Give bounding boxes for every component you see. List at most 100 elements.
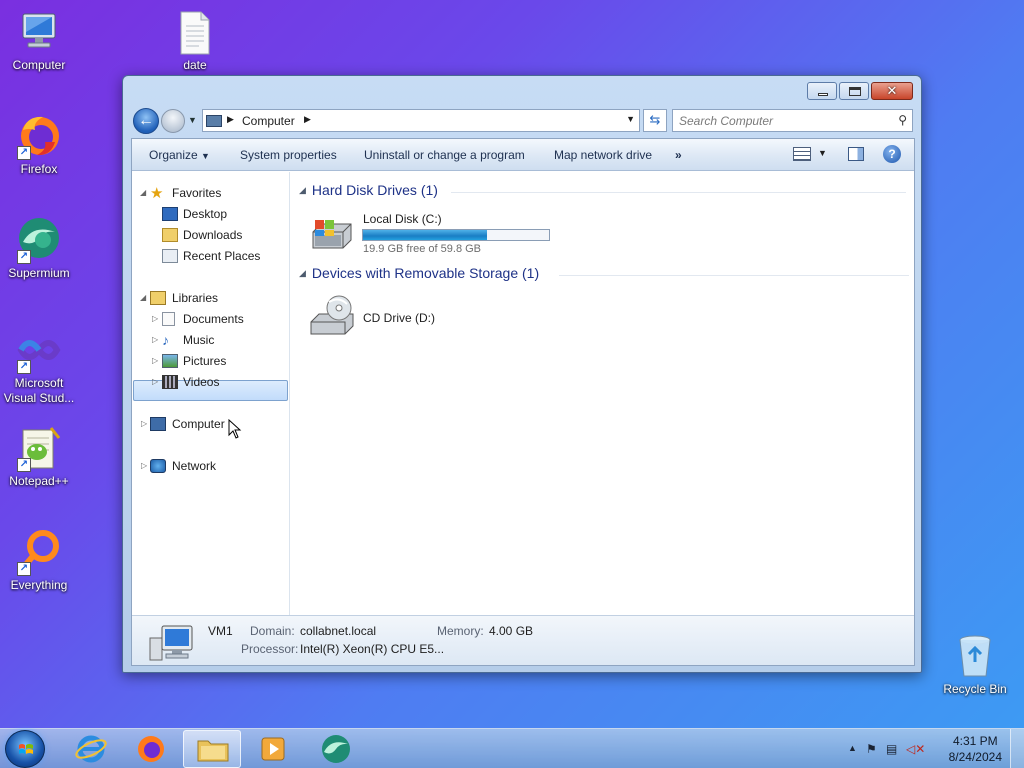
desktop-icon-date[interactable]: date — [156, 8, 234, 73]
start-button[interactable] — [5, 730, 45, 768]
computer-icon — [206, 115, 222, 127]
help-icon[interactable]: ? — [883, 145, 901, 163]
chevron-right-icon[interactable]: ▶ — [304, 114, 311, 125]
clock-time: 4:31 PM — [952, 734, 998, 748]
computer-icon — [15, 8, 63, 56]
group-divider — [451, 192, 906, 193]
view-options-dropdown[interactable]: ▼ — [818, 148, 827, 158]
collapsed-triangle-icon[interactable]: ▷ — [152, 351, 158, 371]
explorer-window: ✕ ← ▼ ▶ Computer ▶ ▼ ⇆ ⚲ Organize ▼ Syst… — [122, 75, 922, 673]
refresh-button[interactable]: ⇆ — [643, 109, 667, 132]
shortcut-arrow-icon: ↗ — [17, 562, 31, 576]
taskbar: ▲ ⚑ ▤ ◁✕ 4:31 PM 8/24/2024 — [0, 728, 1024, 768]
network-icon — [150, 459, 166, 473]
desktop-icon-notepadpp[interactable]: ↗ Notepad++ — [0, 424, 78, 489]
downloads-folder-icon — [162, 228, 178, 242]
folder-icon — [197, 740, 229, 762]
desktop-icon-supermium[interactable]: ↗ Supermium — [0, 216, 78, 281]
close-button[interactable]: ✕ — [871, 82, 913, 100]
system-properties-button[interactable]: System properties — [240, 148, 337, 162]
documents-icon — [162, 312, 175, 326]
uninstall-program-button[interactable]: Uninstall or change a program — [364, 148, 525, 162]
collapsed-triangle-icon[interactable]: ▷ — [152, 309, 158, 329]
computer-icon — [149, 625, 193, 661]
desktop-icon-label: date — [183, 58, 207, 72]
recent-pages-dropdown[interactable]: ▼ — [188, 115, 197, 125]
taskbar-windows-explorer[interactable] — [183, 730, 241, 768]
taskbar-supermium[interactable] — [307, 730, 365, 768]
group-divider — [559, 275, 909, 276]
collapsed-triangle-icon[interactable]: ▷ — [152, 372, 158, 392]
network-tray-icon[interactable]: ▤ — [886, 742, 897, 756]
maximize-button[interactable] — [839, 82, 869, 100]
nav-label: Favorites — [172, 186, 222, 200]
desktop-icon-computer[interactable]: Computer — [0, 8, 78, 73]
nav-label: Libraries — [172, 291, 219, 305]
group-header-label: Devices with Removable Storage (1) — [311, 265, 540, 281]
back-button[interactable]: ← — [133, 108, 159, 134]
maximize-icon — [849, 87, 861, 96]
search-box: ⚲ — [672, 109, 913, 132]
desktop-icon-everything[interactable]: ↗ Everything — [0, 528, 78, 593]
firefox-icon: ↗ — [15, 112, 63, 160]
content-pane: ◢ Hard Disk Drives (1) Local Disk (C:) 19… — [291, 172, 914, 615]
volume-muted-icon[interactable]: ◁✕ — [906, 742, 925, 756]
media-player-icon — [261, 737, 285, 761]
memory-label: Memory: — [437, 624, 484, 638]
shortcut-arrow-icon: ↗ — [17, 146, 31, 160]
change-view-icon[interactable] — [793, 147, 811, 161]
map-network-drive-button[interactable]: Map network drive — [554, 148, 652, 162]
address-bar[interactable]: ▶ Computer ▶ ▼ — [202, 109, 640, 132]
computer-icon — [150, 417, 166, 431]
computer-name: VM1 — [208, 624, 233, 638]
taskbar-internet-explorer[interactable] — [62, 730, 120, 768]
collapse-group-icon[interactable]: ◢ — [299, 185, 306, 195]
chevron-right-icon[interactable]: ▶ — [227, 114, 234, 125]
drive-c-capacity-bar — [362, 229, 550, 241]
internet-explorer-icon — [75, 735, 107, 763]
collapsed-triangle-icon[interactable]: ▷ — [141, 456, 147, 476]
pictures-icon — [162, 354, 178, 368]
action-center-flag-icon[interactable]: ⚑ — [866, 742, 877, 756]
collapse-group-icon[interactable]: ◢ — [299, 268, 306, 278]
clock[interactable]: 4:31 PM 8/24/2024 — [949, 733, 1002, 765]
desktop-icon-visual-studio[interactable]: ↗ Microsoft Visual Stud... — [0, 326, 78, 406]
desktop-icon-firefox[interactable]: ↗ Firefox — [0, 112, 78, 177]
breadcrumb-computer[interactable]: Computer — [242, 114, 295, 128]
minimize-button[interactable] — [807, 82, 837, 100]
close-icon: ✕ — [886, 83, 898, 98]
desktop-icon-label: Notepad++ — [9, 474, 69, 488]
supermium-icon — [322, 735, 350, 763]
nav-label: Computer — [172, 417, 225, 431]
drive-c-capacity-fill — [363, 230, 488, 240]
recent-places-icon — [162, 249, 178, 263]
search-icon[interactable]: ⚲ — [898, 113, 907, 127]
cd-drive-icon — [310, 295, 354, 335]
collapsed-triangle-icon[interactable]: ▷ — [141, 414, 147, 434]
address-history-dropdown[interactable]: ▼ — [626, 114, 635, 124]
nav-label: Recent Places — [183, 249, 261, 263]
desktop-folder-icon — [162, 207, 178, 221]
organize-button[interactable]: Organize ▼ — [149, 148, 210, 162]
group-header-removable[interactable]: ◢ Devices with Removable Storage (1) — [299, 265, 539, 281]
taskbar-media-player[interactable] — [244, 730, 302, 768]
expanded-triangle-icon[interactable]: ◢ — [140, 288, 146, 308]
nav-label: Pictures — [183, 354, 227, 368]
collapsed-triangle-icon[interactable]: ▷ — [152, 330, 158, 350]
explorer-body: Organize ▼ System properties Uninstall o… — [131, 138, 915, 666]
more-commands-button[interactable]: » — [675, 148, 682, 162]
chevron-down-icon: ▼ — [201, 151, 210, 161]
preview-pane-icon[interactable] — [848, 147, 864, 161]
nav-label: Network — [172, 459, 217, 473]
group-header-hard-disks[interactable]: ◢ Hard Disk Drives (1) — [299, 182, 438, 198]
forward-button[interactable] — [161, 109, 185, 133]
taskbar-firefox[interactable] — [122, 730, 180, 768]
show-desktop-button[interactable] — [1010, 729, 1024, 768]
star-icon: ★ — [150, 185, 164, 202]
expanded-triangle-icon[interactable]: ◢ — [140, 183, 146, 203]
show-hidden-icons-button[interactable]: ▲ — [848, 743, 857, 753]
desktop-icon-recycle-bin[interactable]: Recycle Bin — [936, 632, 1014, 697]
desktop-icon-label: Recycle Bin — [943, 682, 1007, 696]
search-input[interactable] — [679, 111, 889, 131]
desktop-icon-label: Computer — [12, 58, 66, 72]
